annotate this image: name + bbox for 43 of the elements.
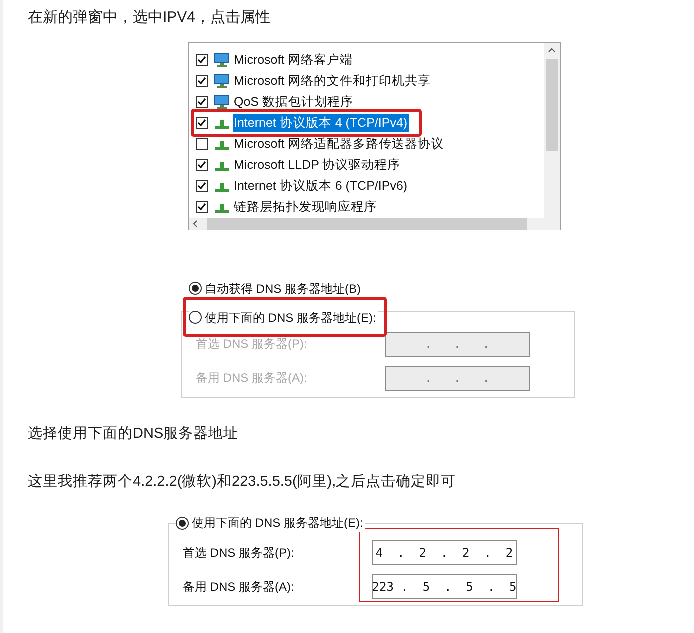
- item-label: Internet 协议版本 6 (TCP/IPv6): [233, 178, 409, 195]
- field-label: 首选 DNS 服务器(P):: [195, 336, 308, 353]
- network-computer-icon: [214, 53, 230, 67]
- list-item[interactable]: Internet 协议版本 6 (TCP/IPv6): [196, 176, 544, 196]
- list-item[interactable]: Microsoft 网络适配器多路传送器协议: [196, 134, 544, 154]
- vertical-scrollbar[interactable]: [544, 42, 560, 218]
- item-label: QoS 数据包计划程序: [233, 94, 354, 111]
- item-label: Internet 协议版本 4 (TCP/IPv4): [233, 114, 409, 132]
- field-label: 备用 DNS 服务器(A):: [182, 578, 296, 596]
- ip-address-field: . . .: [385, 332, 530, 356]
- ip-address-field: . . .: [385, 366, 530, 390]
- radio-option[interactable]: 使用下面的 DNS 服务器地址(E):: [189, 308, 378, 326]
- item-label: Microsoft 网络的文件和打印机共享: [233, 72, 432, 90]
- paragraph: 这里我推荐两个4.2.2.2(微软)和223.5.5.5(阿里),之后点击确定即可: [27, 472, 458, 492]
- item-label: Microsoft 网络适配器多路传送器协议: [233, 136, 446, 153]
- item-label: Microsoft 网络客户端: [233, 52, 354, 69]
- list-item[interactable]: Microsoft 网络的文件和打印机共享: [196, 70, 544, 92]
- network-computer-icon: [214, 74, 230, 88]
- radio-option[interactable]: 自动获得 DNS 服务器地址(B): [189, 280, 363, 298]
- list-item[interactable]: 链路层拓扑发现响应程序: [196, 196, 544, 218]
- checkbox[interactable]: [196, 201, 208, 213]
- checkbox[interactable]: [196, 96, 208, 108]
- paragraph: 在新的弹窗中，选中IPV4，点击属性: [27, 8, 272, 28]
- item-label: Microsoft LLDP 协议驱动程序: [233, 156, 402, 174]
- field-label: 首选 DNS 服务器(P):: [182, 544, 296, 562]
- list-item[interactable]: QoS 数据包计划程序: [196, 92, 544, 112]
- checkbox[interactable]: [196, 117, 208, 129]
- checkbox[interactable]: [196, 159, 208, 171]
- ip-address-field[interactable]: 223 . 5 . 5 . 5: [372, 574, 517, 599]
- network-computer-icon: [214, 95, 230, 109]
- checkbox[interactable]: [196, 54, 208, 66]
- list-item[interactable]: Internet 协议版本 4 (TCP/IPv4): [196, 112, 544, 134]
- paragraph: 选择使用下面的DNS服务器地址: [27, 424, 240, 444]
- field-label: 备用 DNS 服务器(A):: [195, 370, 308, 387]
- ip-address-field[interactable]: 4 . 2 . 2 . 2: [372, 540, 517, 565]
- list-item[interactable]: Microsoft LLDP 协议驱动程序: [196, 154, 544, 176]
- list-item[interactable]: Microsoft 网络客户端: [196, 50, 544, 70]
- item-label: 链路层拓扑发现响应程序: [233, 198, 378, 216]
- radio-option[interactable]: 使用下面的 DNS 服务器地址(E):: [176, 514, 366, 532]
- checkbox[interactable]: [196, 180, 208, 192]
- scrollbar-thumb[interactable]: [546, 58, 558, 150]
- checkbox[interactable]: [196, 138, 208, 150]
- checkbox[interactable]: [196, 75, 208, 87]
